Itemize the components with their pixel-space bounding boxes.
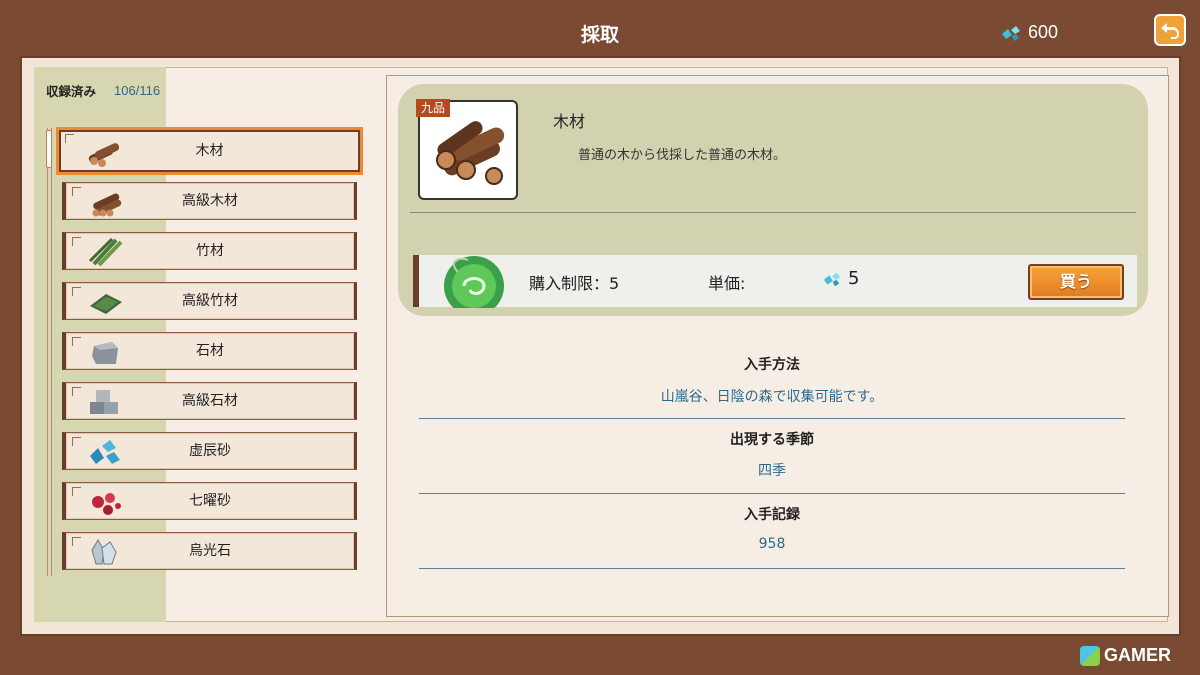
collection-progress: 収録済み 106/116 [46,81,160,100]
list-item-label: 七曜砂 [189,493,231,509]
list-item-label: 高級石材 [182,393,238,409]
gem-icon [1002,25,1020,41]
info-divider [419,418,1125,419]
price-value: 5 [848,268,860,289]
purchase-limit: 購入制限：5 [529,274,620,293]
list-item-label: 烏光石 [189,543,231,559]
info-divider [419,493,1125,494]
top-bar: 採取 600 [0,0,1200,56]
item-description: 普通の木から伐採した普通の木材。 [578,148,787,163]
list-item-label: 石材 [196,343,224,359]
season-value: 四季 [758,463,786,479]
acquisition-record-title: 入手記録 [744,507,800,523]
list-scroll-thumb[interactable] [46,130,52,168]
watermark-logo: GAMER [1080,645,1171,666]
list-item-label: 竹材 [196,243,224,259]
gamer-logo-icon [1080,645,1100,666]
list-item-premium-stone[interactable]: 高級石材 [62,382,357,420]
acquisition-record-value: 958 [758,536,786,552]
list-item-crystal[interactable]: 烏光石 [62,532,357,570]
item-name: 木材 [553,112,586,131]
acquisition-method-title: 入手方法 [744,357,800,373]
currency-display: 600 [1000,22,1058,43]
buy-button[interactable]: 買う [1028,264,1124,300]
list-item-blue-ore[interactable]: 虚辰砂 [62,432,357,470]
price-display: 5 [822,268,859,289]
list-item-premium-wood[interactable]: 高級木材 [62,182,357,220]
list-item-stone[interactable]: 石材 [62,332,357,370]
list-item-label: 高級竹材 [182,293,238,309]
acquisition-method-value: 山嵐谷、日陰の森で収集可能です。 [660,389,884,405]
watermark-text: GAMER [1104,645,1171,665]
collection-count: 106/116 [114,83,161,98]
gem-icon [823,272,841,286]
collection-label: 収録済み [46,84,97,99]
list-item-label: 木材 [195,143,224,159]
list-scrollbar[interactable] [47,128,52,576]
price-label: 単価: [708,274,746,293]
list-item-red-ore[interactable]: 七曜砂 [62,482,357,520]
list-item-label: 虚辰砂 [189,443,231,459]
back-button[interactable] [1154,14,1186,46]
season-title: 出現する季節 [730,432,814,448]
detail-divider [410,212,1136,213]
emblem-icon [428,252,520,308]
grade-badge: 九品 [416,99,450,117]
list-item-label: 高級木材 [182,193,238,209]
list-item-bamboo[interactable]: 竹材 [62,232,357,270]
back-arrow-icon [1161,23,1179,39]
list-item-premium-bamboo[interactable]: 高級竹材 [62,282,357,320]
list-item-wood[interactable]: 木材 [56,127,363,175]
info-divider [419,568,1125,569]
currency-value: 600 [1028,22,1059,42]
